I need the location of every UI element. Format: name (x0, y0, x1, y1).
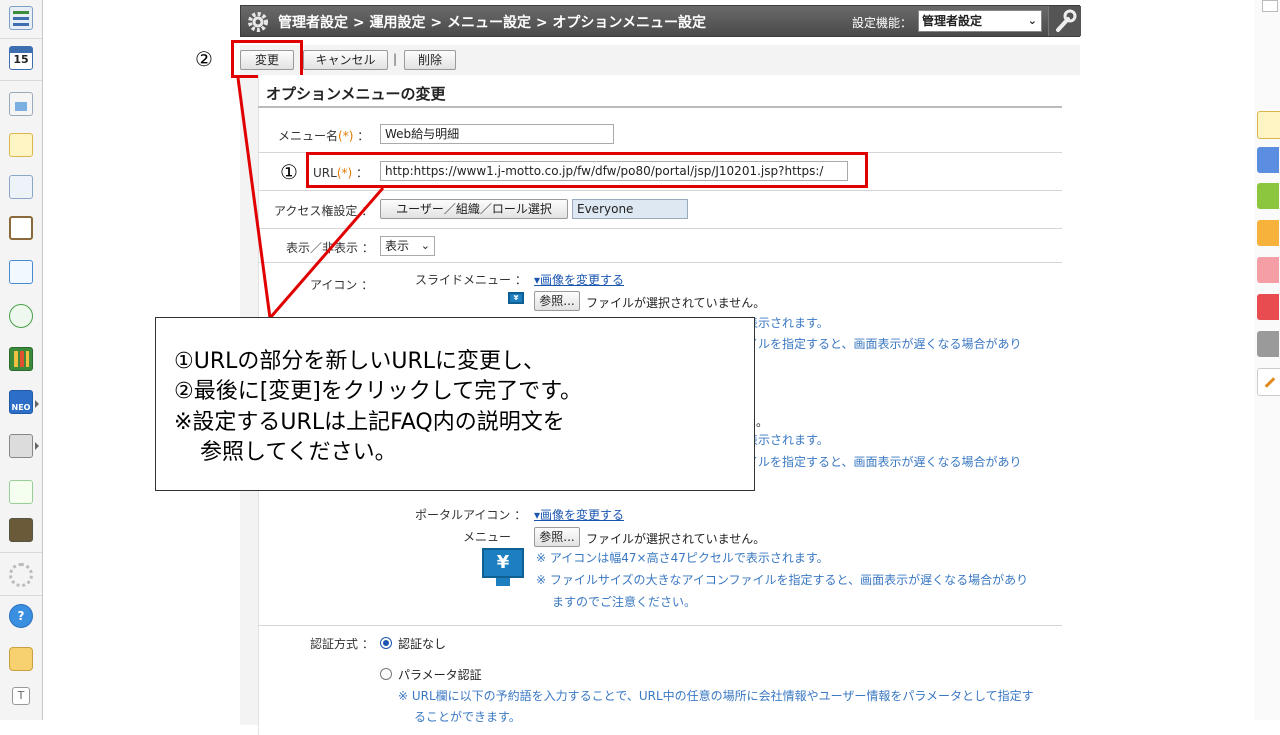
callout-line-2: ②最後に[変更]をクリックして完了です。 (174, 379, 583, 404)
callout-line-3: ※設定するURLは上記FAQ内の説明文を (174, 410, 565, 435)
callout-line-1: ①URLの部分を新しいURLに変更し、 (174, 349, 546, 374)
callout-line-4: 参照してください。 (200, 440, 397, 465)
